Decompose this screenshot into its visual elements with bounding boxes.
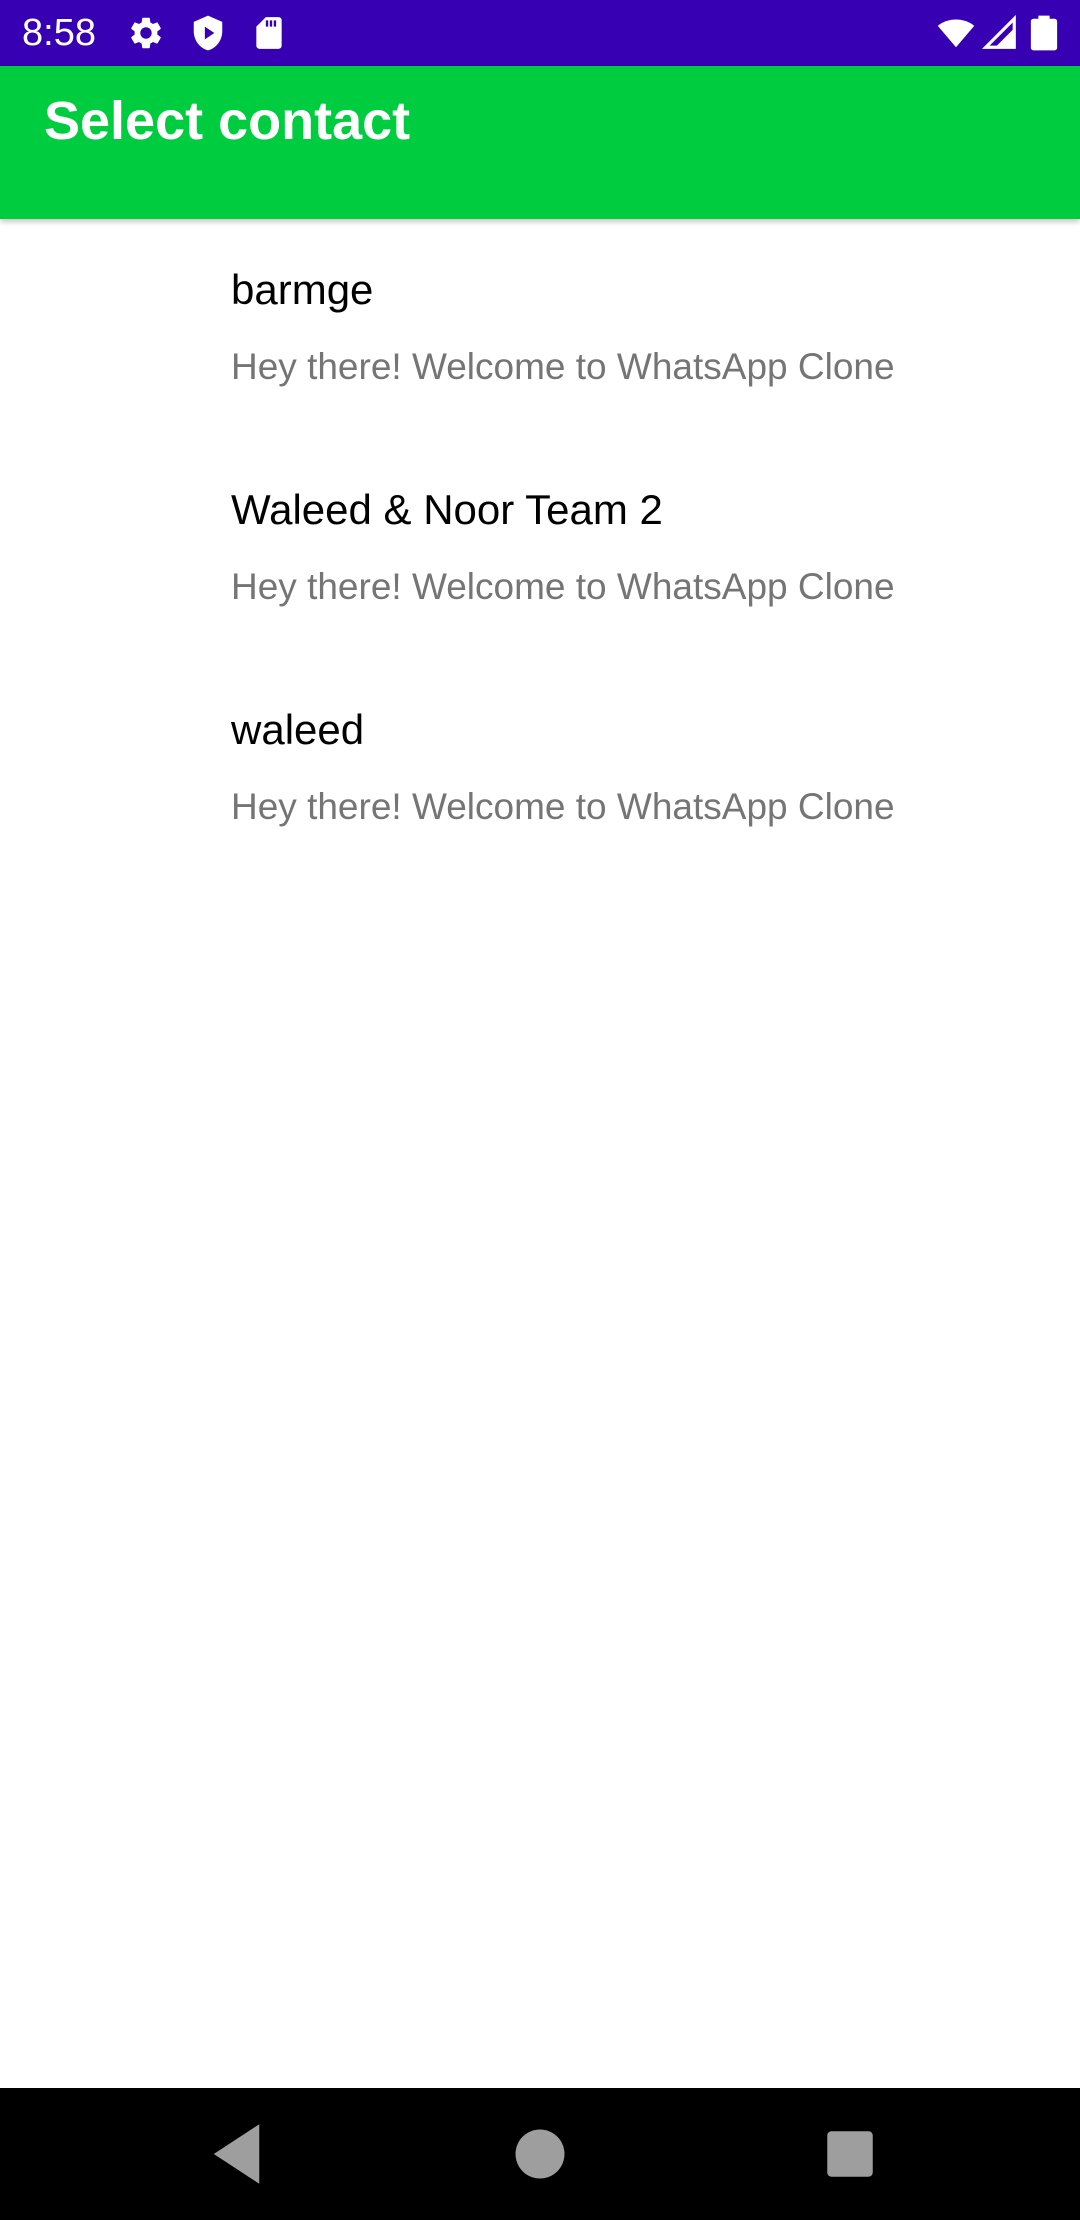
app-bar: Select contact [0,66,1080,219]
contact-status: Hey there! Welcome to WhatsApp Clone [231,786,895,827]
contact-item-waleed[interactable]: waleed Hey there! Welcome to WhatsApp Cl… [0,659,1080,879]
avatar [44,277,204,437]
status-bar: 8:58 [0,0,1080,66]
contact-item-waleed-noor-team-2[interactable]: Waleed & Noor Team 2 Hey there! Welcome … [0,439,1080,659]
home-icon[interactable] [498,2112,582,2196]
contact-name: waleed [231,706,365,753]
navigation-bar [0,2088,1080,2220]
contact-name: Waleed & Noor Team 2 [231,486,663,533]
contact-list: barmge Hey there! Welcome to WhatsApp Cl… [0,219,1080,879]
gear-icon [127,14,165,52]
status-time: 8:58 [22,12,96,54]
avatar [44,497,204,657]
contact-item-barmge[interactable]: barmge Hey there! Welcome to WhatsApp Cl… [0,219,1080,439]
cellular-signal-icon [981,14,1019,52]
avatar [44,717,204,877]
select-contact-screen: 8:58 Select contact barmge Hey there! We… [0,0,1080,2220]
battery-icon [1029,14,1059,52]
contact-status: Hey there! Welcome to WhatsApp Clone [231,566,895,607]
shield-play-icon [189,14,227,52]
contact-name: barmge [231,266,374,313]
wifi-icon [937,14,975,52]
contact-status: Hey there! Welcome to WhatsApp Clone [231,346,895,387]
sd-card-icon [250,14,288,52]
back-icon[interactable] [198,2112,282,2196]
page-title: Select contact [44,91,411,151]
recents-icon[interactable] [808,2112,892,2196]
